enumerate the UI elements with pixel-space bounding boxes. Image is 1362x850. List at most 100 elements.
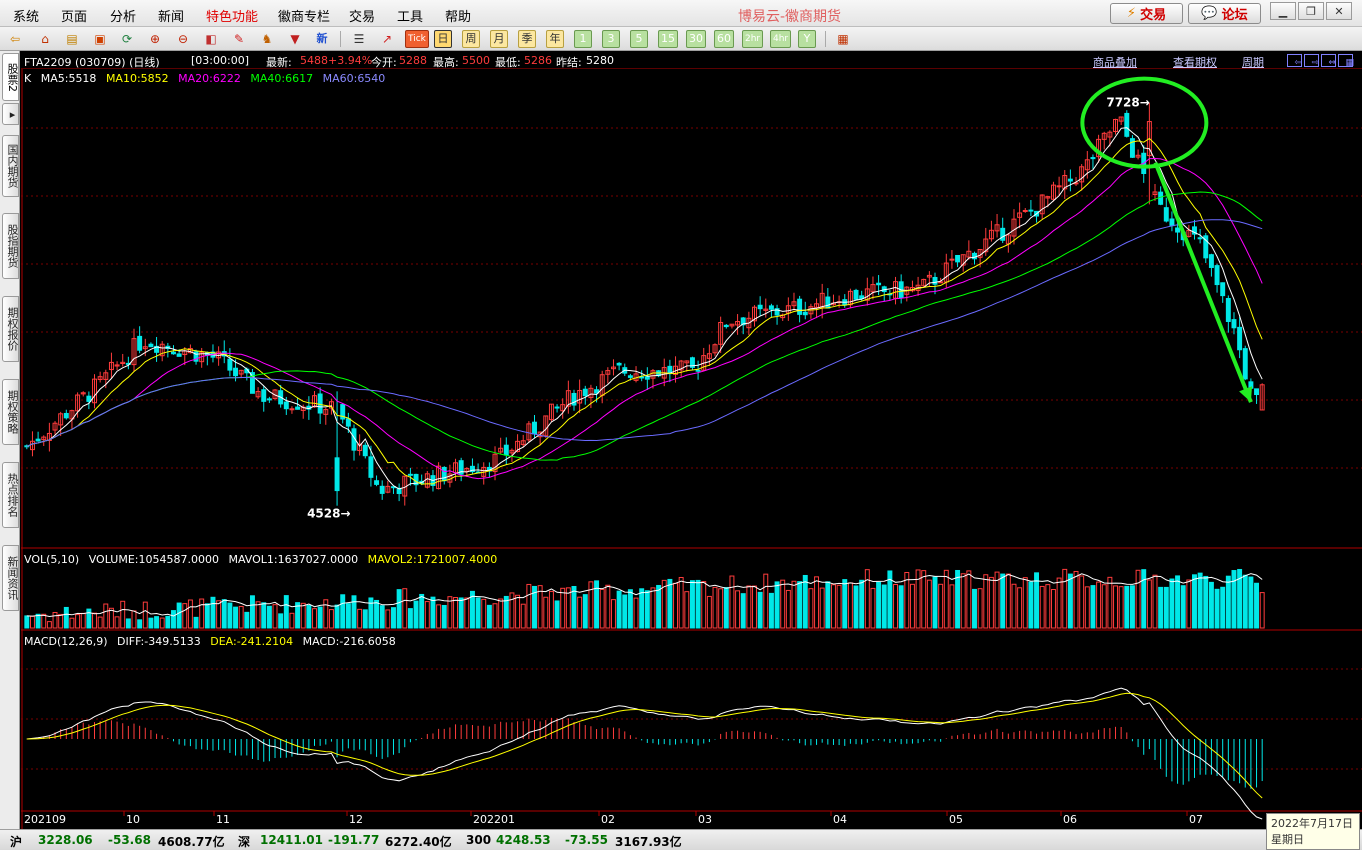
volume-bar bbox=[486, 604, 492, 629]
tab-expand-arrow[interactable]: ▸ bbox=[2, 103, 19, 125]
tab-option-strategy[interactable]: 期权策略 bbox=[2, 379, 19, 445]
tab-domestic-futures[interactable]: 国内期货 bbox=[2, 135, 19, 197]
volume-bar bbox=[1096, 581, 1102, 629]
tab-index-futures[interactable]: 股指期货 bbox=[2, 213, 19, 279]
scroll-right-button[interactable]: ⇨ bbox=[1304, 54, 1319, 68]
trend-line-icon[interactable]: ↗ bbox=[378, 30, 396, 48]
period-2hr[interactable]: 2hr bbox=[742, 30, 764, 48]
volume-bar bbox=[814, 576, 820, 629]
minimize-button[interactable]: ▁ bbox=[1270, 2, 1296, 20]
back-arrow-icon[interactable]: ⇦ bbox=[6, 30, 24, 48]
volume-bar bbox=[35, 613, 41, 629]
period-day[interactable]: 日 bbox=[434, 30, 452, 48]
draw-pen-icon[interactable]: ✎ bbox=[230, 30, 248, 48]
period-30min[interactable]: 30 bbox=[686, 30, 706, 48]
report-icon[interactable]: ▤ bbox=[63, 30, 81, 48]
tab-hot-ranking[interactable]: 热点排名 bbox=[2, 462, 19, 528]
menu-tools[interactable]: 工具 bbox=[397, 6, 423, 25]
maximize-button[interactable]: ❐ bbox=[1298, 2, 1324, 20]
volume-bar bbox=[718, 588, 724, 629]
list-icon[interactable]: ☰ bbox=[350, 30, 368, 48]
volume-bar bbox=[836, 584, 842, 629]
volume-bar bbox=[1146, 579, 1152, 629]
home-icon[interactable]: ⌂ bbox=[36, 30, 54, 48]
volume-bar bbox=[870, 587, 876, 629]
x-axis-tick-label: 06 bbox=[1063, 813, 1077, 826]
high-label: 最高: bbox=[433, 56, 459, 69]
menu-system[interactable]: 系统 bbox=[13, 6, 39, 25]
period-month[interactable]: 月 bbox=[490, 30, 508, 48]
period-quarter[interactable]: 季 bbox=[518, 30, 536, 48]
candle-body bbox=[1197, 237, 1203, 240]
fullscreen-button[interactable]: ▦ bbox=[1338, 54, 1354, 68]
scroll-left-button[interactable]: ⇦ bbox=[1287, 54, 1302, 68]
menu-special-features[interactable]: 特色功能 bbox=[206, 6, 258, 25]
refresh-icon[interactable]: ⟳ bbox=[118, 30, 136, 48]
trade-button[interactable]: ⚡ 交易 bbox=[1110, 3, 1183, 24]
filter-icon[interactable]: ▼ bbox=[286, 30, 304, 48]
new-icon[interactable]: 新 bbox=[313, 30, 331, 48]
macd-title: MACD(12,26,9) bbox=[24, 635, 108, 648]
x-axis-tick-label: 11 bbox=[216, 813, 230, 826]
period-year[interactable]: 年 bbox=[546, 30, 564, 48]
tab-option-quotes[interactable]: 期权报价 bbox=[2, 296, 19, 362]
period-15min[interactable]: 15 bbox=[658, 30, 678, 48]
menu-news[interactable]: 新闻 bbox=[158, 6, 184, 25]
close-button[interactable]: ✕ bbox=[1326, 2, 1352, 20]
ma20-legend: MA20:6222 bbox=[178, 72, 241, 85]
commodity-overlay-link[interactable]: 商品叠加 bbox=[1093, 54, 1137, 70]
menu-analysis[interactable]: 分析 bbox=[110, 6, 136, 25]
volume-bar bbox=[926, 579, 932, 629]
alert-bell-icon[interactable]: ♞ bbox=[258, 30, 276, 48]
volume-bar bbox=[481, 598, 487, 629]
volume-bar bbox=[379, 605, 385, 629]
menu-trade[interactable]: 交易 bbox=[349, 6, 375, 25]
volume-bar bbox=[233, 606, 239, 629]
menu-help[interactable]: 帮助 bbox=[445, 6, 471, 25]
menu-page[interactable]: 页面 bbox=[61, 6, 87, 25]
volume-bar bbox=[921, 570, 927, 629]
x-axis-tick-label: 05 bbox=[949, 813, 963, 826]
candle-body bbox=[1090, 157, 1096, 160]
period-4hr[interactable]: 4hr bbox=[770, 30, 792, 48]
volume-bar bbox=[1158, 586, 1164, 629]
view-options-link[interactable]: 查看期权 bbox=[1173, 54, 1217, 70]
f10-icon[interactable]: ▣ bbox=[91, 30, 109, 48]
period-1min[interactable]: 1 bbox=[574, 30, 592, 48]
zoom-in-icon[interactable]: ⊕ bbox=[146, 30, 164, 48]
volume-bar bbox=[893, 583, 898, 629]
zoom-button[interactable]: ⇔ bbox=[1321, 54, 1336, 68]
tab-news[interactable]: 新闻资讯 bbox=[2, 545, 19, 611]
tick-button[interactable]: Tick bbox=[405, 30, 429, 48]
volume-bar bbox=[436, 604, 442, 629]
period-60min[interactable]: 60 bbox=[714, 30, 734, 48]
x-axis-tick-label: 202109 bbox=[24, 813, 66, 826]
date-tooltip-date: 2022年7月17日 bbox=[1271, 817, 1353, 830]
high-price: 5500 bbox=[462, 54, 490, 67]
kline-chart[interactable]: 7728→ 4528→ 202109 10 11 12 202201 02 03 04 05 06 07 bbox=[21, 69, 1362, 829]
layout-icon[interactable]: ▦ bbox=[834, 30, 852, 48]
period-5min[interactable]: 5 bbox=[630, 30, 648, 48]
triangle-right-icon: ▸ bbox=[6, 107, 19, 121]
forum-button[interactable]: 💬 论坛 bbox=[1188, 3, 1261, 24]
candle-body bbox=[63, 412, 69, 419]
menu-huishang-column[interactable]: 徽商专栏 bbox=[278, 6, 330, 25]
window-icon[interactable]: ◧ bbox=[202, 30, 220, 48]
volume-bar bbox=[171, 610, 176, 629]
volume-bar bbox=[1079, 575, 1085, 629]
period-3min[interactable]: 3 bbox=[602, 30, 620, 48]
volume-bar bbox=[825, 581, 831, 629]
volume-bar bbox=[1242, 574, 1248, 629]
tab-stocks[interactable]: 股票2 bbox=[2, 53, 19, 101]
volume-bar bbox=[86, 608, 92, 629]
zoom-out-icon[interactable]: ⊖ bbox=[174, 30, 192, 48]
volume-bar bbox=[312, 608, 317, 629]
volume-bar bbox=[492, 603, 498, 629]
period-week[interactable]: 周 bbox=[462, 30, 480, 48]
candle-body bbox=[695, 369, 701, 372]
chart-area[interactable]: 7728→ 4528→ 202109 10 11 12 202201 02 03 04 05 06 07… bbox=[21, 69, 1362, 829]
dea-value: DEA:-241.2104 bbox=[210, 635, 294, 648]
period-custom[interactable]: Y bbox=[798, 30, 816, 48]
volume-bar bbox=[673, 582, 678, 629]
period-link[interactable]: 周期 bbox=[1242, 54, 1264, 70]
